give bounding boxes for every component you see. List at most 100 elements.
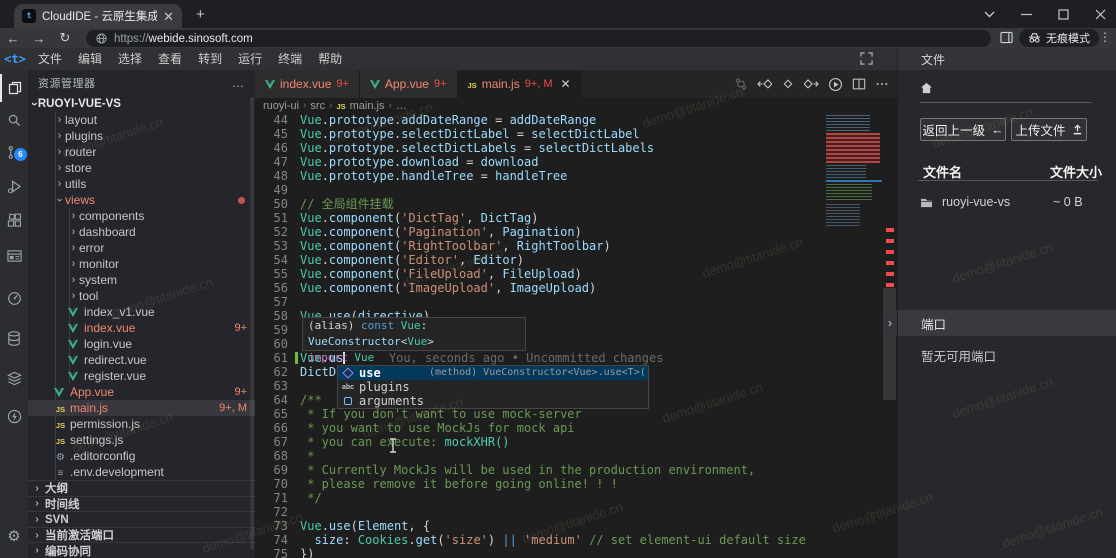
next-change-icon[interactable] [804,77,819,91]
tree-item-utils[interactable]: ›utils [28,176,255,192]
tree-item-dashboard[interactable]: ›dashboard [28,224,255,240]
new-tab-button[interactable]: + [196,6,205,23]
code-line-47[interactable]: 47Vue.prototype.download = download [255,155,823,169]
compare-icon[interactable] [734,77,748,91]
code-line-72[interactable]: 72 [255,505,823,519]
section-大纲[interactable]: ›大纲 [28,480,255,496]
source-control-icon[interactable]: 6 [0,138,28,166]
section-时间线[interactable]: ›时间线 [28,496,255,512]
panel-expand-icon[interactable]: › [883,310,897,336]
editor-scrollbar[interactable] [883,288,896,400]
code-line-73[interactable]: 73Vue.use(Element, { [255,519,823,533]
layers-icon[interactable] [0,364,28,392]
back-parent-button[interactable]: 返回上一级 ← [920,118,1006,141]
suggestion-plugins[interactable]: abcplugins [338,380,648,394]
tree-item-monitor[interactable]: ›monitor [28,256,255,272]
code-line-74[interactable]: 74 size: Cookies.get('size') || 'medium'… [255,533,823,547]
extensions-icon[interactable] [0,206,28,234]
code-line-45[interactable]: 45Vue.prototype.selectDictLabel = select… [255,127,823,141]
reload-icon[interactable]: ↻ [52,30,78,46]
prev-change-icon[interactable] [757,77,772,91]
browser-tab[interactable]: t CloudIDE - 云原生集成开发环境 ✕ [14,4,182,28]
change-icon[interactable] [781,77,795,91]
files-icon[interactable] [0,74,28,102]
code-line-55[interactable]: 55Vue.component('FileUpload', FileUpload… [255,267,823,281]
tab-main.js[interactable]: JSmain.js9+, M✕ [458,70,582,98]
menu-终端[interactable]: 终端 [270,52,310,66]
code-line-68[interactable]: 68 * [255,449,823,463]
window-close-icon[interactable] [1095,9,1106,20]
menu-选择[interactable]: 选择 [110,52,150,66]
code-line-75[interactable]: 75}) [255,547,823,558]
close-icon[interactable]: ✕ [561,77,571,91]
tree-item-.env.development[interactable]: ≡.env.development [28,464,255,480]
breadcrumb-item[interactable]: … [396,100,407,112]
breadcrumb-item[interactable]: src [310,100,325,112]
code-line-48[interactable]: 48Vue.prototype.handleTree = handleTree [255,169,823,183]
tree-root[interactable]: › RUOYI-VUE-VS [28,96,255,112]
window-minimize-icon[interactable] [1021,9,1032,20]
search-icon[interactable] [0,106,28,134]
menu-转到[interactable]: 转到 [190,52,230,66]
database-icon[interactable] [0,324,28,352]
tree-item-register.vue[interactable]: register.vue [28,368,255,384]
tree-item-layout[interactable]: ›layout [28,112,255,128]
explorer-more-icon[interactable]: … [232,76,245,90]
tree-item-permission.js[interactable]: JSpermission.js [28,416,255,432]
tab-index.vue[interactable]: index.vue9+ [255,70,360,98]
ports-header[interactable]: 端口 [898,310,1116,336]
tab-close-icon[interactable]: ✕ [163,10,174,23]
breadcrumb-item[interactable]: ruoyi-ui [263,100,299,112]
home-icon[interactable] [920,82,933,94]
gauge-icon[interactable] [0,284,28,312]
side-panel-icon[interactable] [1000,31,1013,44]
section-SVN[interactable]: ›SVN [28,511,255,527]
suggestion-arguments[interactable]: arguments [338,394,648,408]
run-icon[interactable] [828,77,843,92]
tree-item-error[interactable]: ›error [28,240,255,256]
menu-查看[interactable]: 查看 [150,52,190,66]
minimap[interactable] [823,113,883,558]
code-line-52[interactable]: 52Vue.component('Pagination', Pagination… [255,225,823,239]
preview-icon[interactable] [0,242,28,270]
tree-item-main.js[interactable]: JSmain.js9+, M [28,400,255,416]
back-icon[interactable]: ← [0,31,26,46]
breadcrumb[interactable]: ruoyi-ui›src›JSmain.js›… [255,98,897,113]
tree-item-components[interactable]: ›components [28,208,255,224]
tab-App.vue[interactable]: App.vue9+ [360,70,458,98]
code-line-70[interactable]: 70 * please remove it before going onlin… [255,477,823,491]
more-icon[interactable] [875,77,889,91]
section-编码协同[interactable]: ›编码协同 [28,542,255,558]
tree-item-system[interactable]: ›system [28,272,255,288]
tree-item-index.vue[interactable]: index.vue9+ [28,320,255,336]
tree-item-plugins[interactable]: ›plugins [28,128,255,144]
code-line-65[interactable]: 65 * If you don't want to use mock-serve… [255,407,823,421]
window-chevron-icon[interactable] [984,11,995,18]
suggestion-use[interactable]: use(method) VueConstructor<Vue>.use<T>(p… [338,366,648,380]
breadcrumb-item[interactable]: main.js [350,100,385,112]
tree-item-App.vue[interactable]: App.vue9+ [28,384,255,400]
code-line-54[interactable]: 54Vue.component('Editor', Editor) [255,253,823,267]
code-line-46[interactable]: 46Vue.prototype.selectDictLabels = selec… [255,141,823,155]
section-当前激活端口[interactable]: ›当前激活端口 [28,527,255,543]
code-line-56[interactable]: 56Vue.component('ImageUpload', ImageUplo… [255,281,823,295]
tree-item-login.vue[interactable]: login.vue [28,336,255,352]
menu-文件[interactable]: 文件 [30,52,70,66]
tree-item-redirect.vue[interactable]: redirect.vue [28,352,255,368]
code-line-71[interactable]: 71 */ [255,491,823,505]
tree-item-index_v1.vue[interactable]: index_v1.vue [28,304,255,320]
fullscreen-icon[interactable] [860,52,873,65]
power-icon[interactable] [0,402,28,430]
code-line-67[interactable]: 67 * you can execute: mockXHR() [255,435,823,449]
code-line-57[interactable]: 57 [255,295,823,309]
menu-运行[interactable]: 运行 [230,52,270,66]
run-debug-icon[interactable] [0,172,28,200]
code-line-51[interactable]: 51Vue.component('DictTag', DictTag) [255,211,823,225]
upload-file-button[interactable]: 上传文件 [1011,118,1087,141]
tree-item-tool[interactable]: ›tool [28,288,255,304]
code-line-69[interactable]: 69 * Currently MockJs will be used in th… [255,463,823,477]
menu-编辑[interactable]: 编辑 [70,52,110,66]
code-line-44[interactable]: 44Vue.prototype.addDateRange = addDateRa… [255,113,823,127]
code-line-53[interactable]: 53Vue.component('RightToolbar', RightToo… [255,239,823,253]
browser-menu-icon[interactable]: ⋮ [1099,30,1111,44]
